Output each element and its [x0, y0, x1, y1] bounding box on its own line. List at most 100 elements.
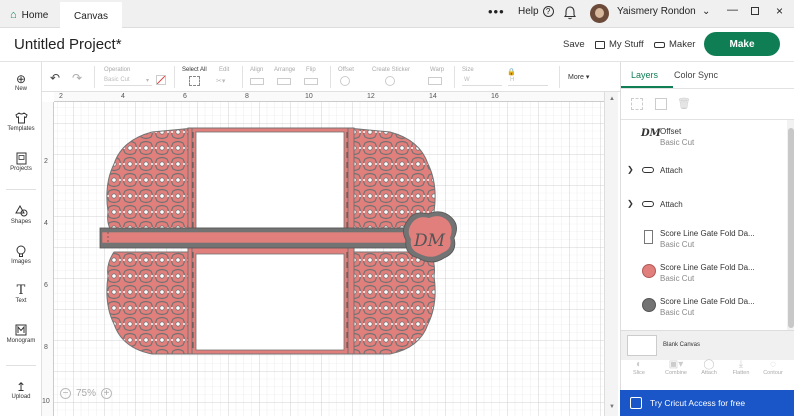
save-button[interactable]: Save [563, 39, 585, 50]
sidebar-divider [6, 365, 36, 366]
layer-group-attach[interactable]: ❯ Attach [621, 158, 789, 192]
make-button[interactable]: Make [704, 32, 780, 56]
layer-name: Score Line Gate Fold Da... [660, 229, 755, 238]
layer-group-attach[interactable]: ❯ Attach [621, 192, 789, 226]
contour-button[interactable]: ◌ Contour [759, 359, 787, 376]
flip-button[interactable]: Flip [306, 67, 316, 73]
expand-chevron-icon[interactable]: ❯ [627, 165, 634, 174]
sidebar-item-shapes[interactable]: Shapes [0, 204, 42, 225]
tab-canvas[interactable]: Canvas [60, 2, 122, 28]
ungroup-icon[interactable] [631, 98, 643, 110]
machine-icon [654, 41, 665, 48]
layers-scroll-thumb[interactable] [788, 128, 794, 328]
canvas-scrollbar[interactable]: ▲ ▼ [604, 92, 618, 416]
user-name[interactable]: Yaismery Rondon [617, 6, 696, 17]
select-all-icon [189, 76, 200, 86]
sidebar-item-new[interactable]: ⊕ New [0, 72, 42, 92]
upload-icon: ↥ [15, 380, 27, 394]
avatar[interactable] [590, 4, 609, 23]
width-label: W [464, 77, 470, 83]
help-button[interactable]: Help ? [518, 6, 554, 17]
select-all-button[interactable]: Select All [182, 67, 207, 73]
user-menu-chevron-icon[interactable]: ⌄ [702, 6, 710, 17]
blank-canvas-row[interactable]: Blank Canvas [621, 330, 794, 360]
warp-button[interactable]: Warp [430, 67, 444, 73]
tab-layers[interactable]: Layers [631, 70, 658, 80]
scroll-down-icon[interactable]: ▼ [609, 404, 615, 410]
offset-icon [340, 76, 350, 86]
gate-fold-card-design[interactable]: DM [42, 92, 604, 416]
folder-icon [595, 40, 605, 49]
duplicate-icon[interactable] [655, 98, 667, 110]
attach-tool-icon: ◯ [703, 359, 715, 370]
monogram-text: DM [413, 231, 446, 251]
layer-item-score-line-gray[interactable]: Score Line Gate Fold Da... Basic Cut [621, 294, 789, 328]
right-lace-panel-lower [347, 251, 436, 355]
sidebar-item-label: Monogram [6, 338, 36, 344]
zoom-out-icon[interactable]: − [60, 387, 71, 399]
undo-icon[interactable]: ↶ [50, 71, 60, 85]
sidebar-item-monogram[interactable]: Monogram [0, 324, 42, 344]
layer-item-score-line-white[interactable]: Score Line Gate Fold Da... Basic Cut [621, 226, 789, 260]
contour-label: Contour [763, 370, 783, 376]
more-button[interactable]: More ▾ [568, 73, 589, 81]
combine-button[interactable]: ▣▾ Combine [659, 359, 693, 376]
layer-operation: Basic Cut [660, 308, 695, 317]
operation-select[interactable]: Basic Cut ▾ [104, 76, 152, 86]
expand-chevron-icon[interactable]: ❯ [627, 199, 634, 208]
sidebar-item-upload[interactable]: ↥ Upload [0, 380, 42, 400]
sidebar-item-text[interactable]: T Text [0, 284, 42, 305]
tab-home[interactable]: ⌂ Home [0, 2, 60, 28]
layer-name: Offset [660, 127, 682, 136]
page-title[interactable]: Untitled Project* [14, 36, 122, 53]
scroll-up-icon[interactable]: ▲ [609, 96, 615, 102]
height-field[interactable]: H [508, 76, 548, 86]
close-icon[interactable]: × [776, 4, 783, 18]
pen-color-swatch[interactable] [156, 75, 166, 85]
slice-button[interactable]: ◐ Slice [625, 359, 653, 376]
home-icon: ⌂ [10, 9, 17, 21]
lightbulb-icon [0, 245, 42, 259]
combine-icon: ▣▾ [668, 359, 684, 370]
redo-icon[interactable]: ↷ [72, 71, 82, 85]
minimize-icon[interactable]: — [727, 4, 738, 16]
layer-item-score-line-pink[interactable]: Score Line Gate Fold Da... Basic Cut [621, 260, 789, 294]
maker-label: Maker [669, 39, 696, 50]
align-button[interactable]: Align [250, 67, 263, 73]
lock-icon[interactable]: 🔒 [507, 68, 516, 76]
flatten-button[interactable]: ⤓ Flatten [727, 359, 755, 376]
bell-icon[interactable] [563, 6, 577, 25]
sidebar-item-images[interactable]: Images [0, 245, 42, 265]
layers-scrollbar[interactable] [787, 120, 794, 330]
sidebar-item-templates[interactable]: Templates [0, 112, 42, 132]
belly-band-inner [101, 231, 413, 244]
shapes-icon [0, 204, 42, 219]
blank-canvas-swatch[interactable] [627, 335, 657, 356]
my-stuff-button[interactable]: My Stuff [595, 39, 644, 50]
zoom-in-icon[interactable]: + [101, 387, 113, 399]
toolbar-divider [454, 66, 455, 88]
attach-button[interactable]: ◯ Attach [695, 359, 723, 376]
cricut-access-banner[interactable]: Try Cricut Access for free [620, 390, 794, 416]
shirt-icon [0, 112, 42, 126]
offset-button[interactable]: Offset [338, 67, 354, 73]
layer-item-offset[interactable]: DM Offset Basic Cut [621, 122, 789, 156]
create-sticker-button[interactable]: Create Sticker [372, 67, 410, 73]
projects-icon [0, 152, 42, 166]
arrange-button[interactable]: Arrange [274, 67, 295, 73]
help-icon: ? [542, 6, 554, 17]
align-icon [250, 78, 264, 85]
sidebar-item-projects[interactable]: Projects [0, 152, 42, 172]
center-panel-bottom [195, 253, 345, 351]
width-field[interactable]: W [462, 76, 502, 86]
warp-icon [428, 77, 442, 85]
maximize-icon[interactable] [751, 7, 759, 15]
trash-icon[interactable]: 🗑 [677, 97, 691, 110]
ellipsis-icon[interactable]: ••• [488, 4, 505, 19]
maker-button[interactable]: Maker [654, 39, 695, 50]
toolbar-divider [559, 66, 560, 88]
zoom-control: − 75% + [60, 385, 120, 401]
tab-color-sync[interactable]: Color Sync [674, 70, 718, 80]
edit-button[interactable]: Edit [219, 67, 229, 73]
sidebar-item-label: Projects [10, 166, 32, 172]
